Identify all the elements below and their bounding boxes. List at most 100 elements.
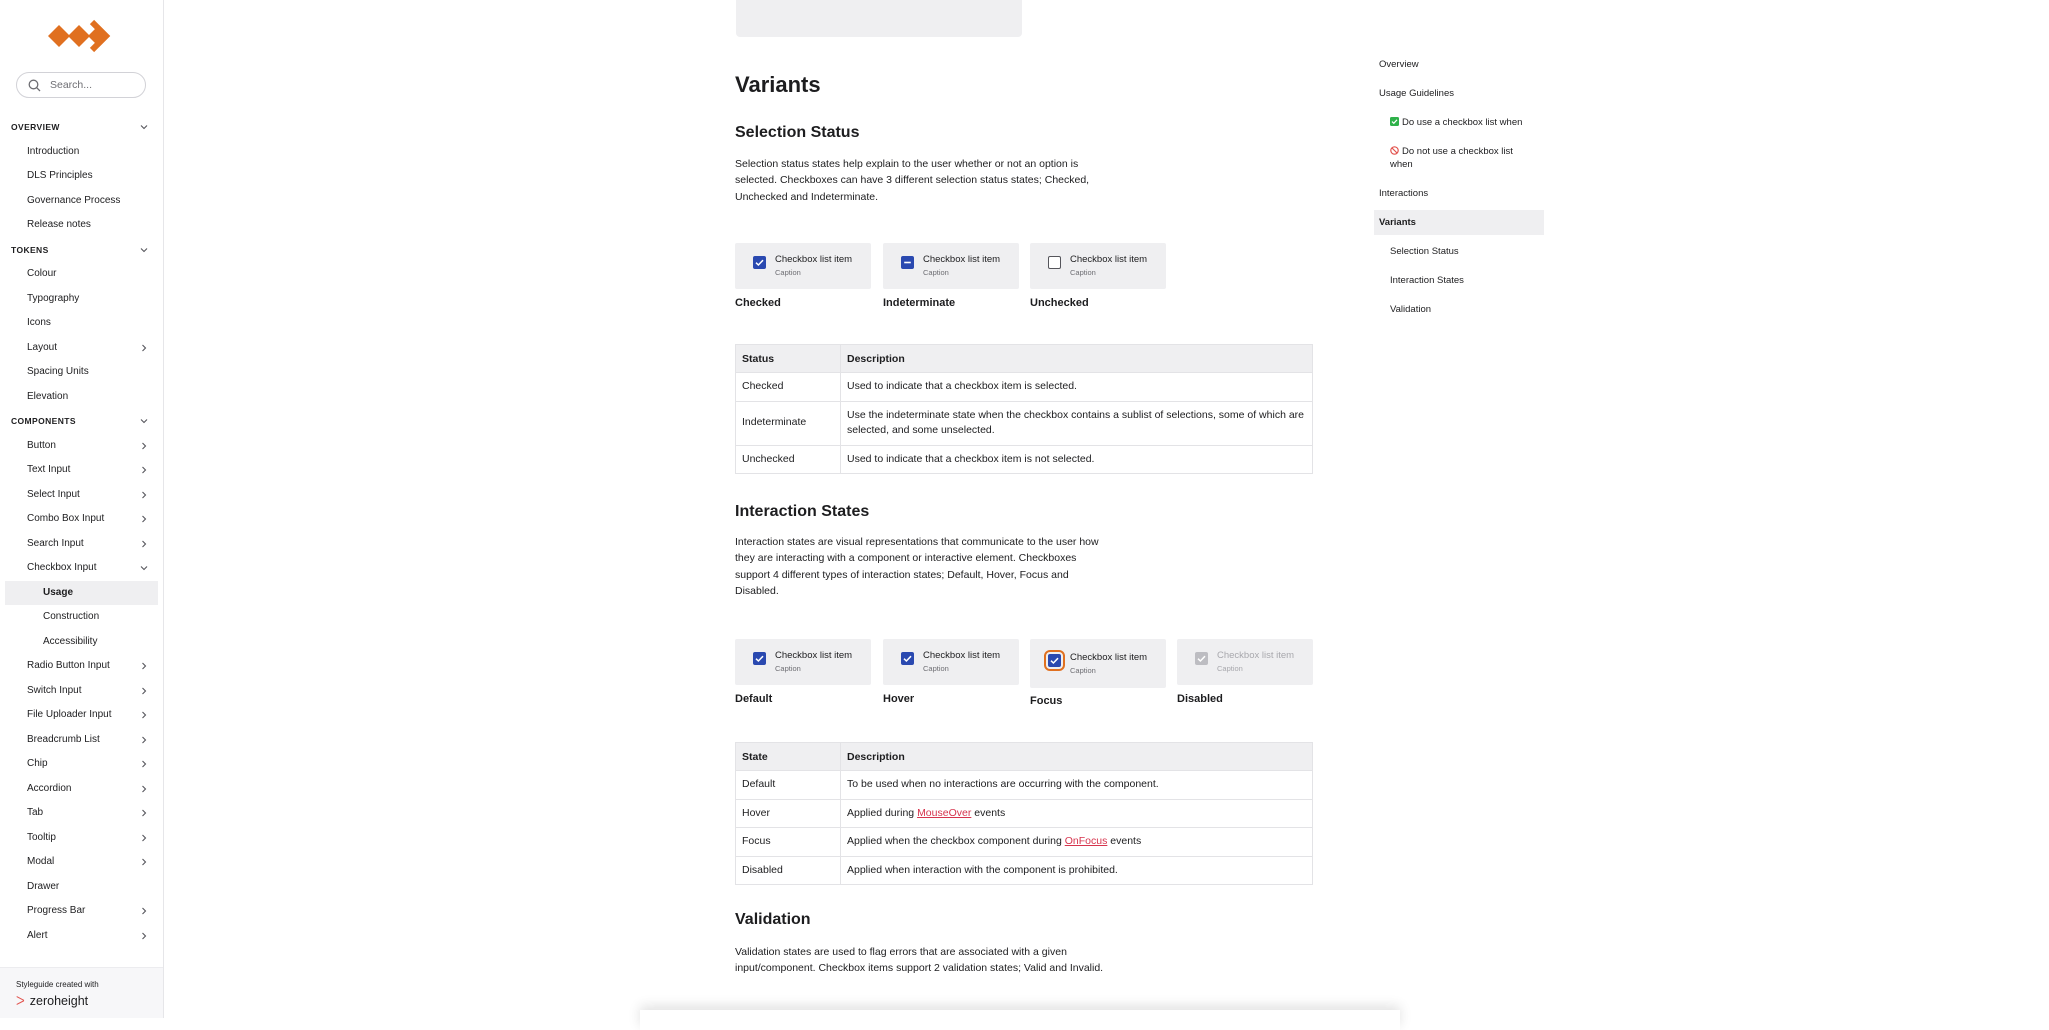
sidebar-item-label: Chip <box>27 758 48 769</box>
sidebar-item-label: Usage <box>43 586 74 598</box>
checkbox-example-unchecked[interactable]: Checkbox list item Caption <box>1030 243 1166 289</box>
sidebar-item-layout[interactable]: Layout <box>0 336 163 361</box>
sidebar-item-label: Drawer <box>27 880 60 892</box>
sidebar-item-select-input[interactable]: Select Input <box>0 483 163 508</box>
checkbox-example-indeterminate[interactable]: Checkbox list item Caption <box>883 243 1019 289</box>
checkbox-item-caption: Caption <box>775 268 801 277</box>
sidebar-item-tab[interactable]: Tab <box>0 801 163 826</box>
chevron-right-icon <box>142 785 147 792</box>
sidebar-item-combo-box-input[interactable]: Combo Box Input <box>0 507 163 532</box>
sidebar-item-construction[interactable]: Construction <box>0 605 163 630</box>
sidebar-item-elevation[interactable]: Elevation <box>0 385 163 410</box>
interaction-states-description: Interaction states are visual representa… <box>735 536 1099 598</box>
sidebar-item-label: Accessibility <box>43 635 98 647</box>
checkbox-example-focus[interactable]: Checkbox list item Caption <box>1030 639 1166 688</box>
sidebar-item-spacing-units[interactable]: Spacing Units <box>0 360 163 385</box>
sidebar-item-search-input[interactable]: Search Input <box>0 532 163 557</box>
sidebar-item-checkbox-input[interactable]: Checkbox Input <box>0 556 163 581</box>
table-header: Description <box>840 742 1313 771</box>
sidebar-item-introduction[interactable]: Introduction <box>0 140 163 165</box>
chevron-right-icon <box>142 344 147 351</box>
chevron-right-icon <box>142 540 147 547</box>
table-header: Status <box>735 344 841 373</box>
sidebar-item-label: Alert <box>27 929 48 941</box>
search-box[interactable] <box>16 72 146 98</box>
sidebar-item-progress-bar[interactable]: Progress Bar <box>0 899 163 924</box>
sidebar-item-label: Breadcrumb List <box>27 733 100 745</box>
no-entry-icon <box>1390 146 1399 155</box>
sidebar-item-typography[interactable]: Typography <box>0 287 163 312</box>
checkbox-item-caption: Caption <box>923 268 949 277</box>
table-cell: Checked <box>735 372 841 402</box>
toc-item-validation[interactable]: Validation <box>1374 297 1544 322</box>
nav-section-tokens[interactable]: TOKENS <box>0 238 163 263</box>
sidebar-item-label: Checkbox Input <box>27 562 97 573</box>
sidebar-item-label: Typography <box>27 292 80 304</box>
footer-brand-name: zeroheight <box>29 994 89 1008</box>
table-cell: Focus <box>735 827 841 857</box>
toc-item-interactions[interactable]: Interactions <box>1374 181 1544 206</box>
section-heading-interaction-states: Interaction States <box>735 503 870 520</box>
toc-item-label: Variants <box>1379 217 1416 228</box>
sidebar-item-chip[interactable]: Chip <box>0 752 163 777</box>
toc-item-selection-status[interactable]: Selection Status <box>1374 239 1544 264</box>
table-header-row: State Description <box>735 742 1313 771</box>
toc-item-do-not-use[interactable]: Do not use a checkbox list when <box>1374 139 1535 177</box>
toc-item-label: Do use a checkbox list when <box>1402 117 1523 128</box>
table-cell: Used to indicate that a checkbox item is… <box>840 372 1313 402</box>
table-row: Indeterminate Use the indeterminate stat… <box>735 400 1313 446</box>
toc-item-label: Do not use a checkbox list when <box>1390 146 1513 170</box>
toc-item-do-use[interactable]: Do use a checkbox list when <box>1374 110 1544 135</box>
nav-section-overview[interactable]: OVERVIEW <box>0 115 163 140</box>
sidebar-item-button[interactable]: Button <box>0 434 163 459</box>
example-label-indeterminate: Indeterminate <box>883 297 956 309</box>
sidebar-item-label: Progress Bar <box>27 905 86 916</box>
checkbox-example-hover[interactable]: Checkbox list item Caption <box>883 639 1019 685</box>
brand-logo[interactable] <box>48 18 116 54</box>
table-row: Unchecked Used to indicate that a checkb… <box>735 444 1313 474</box>
sidebar-item-file-uploader-input[interactable]: File Uploader Input <box>0 703 163 728</box>
chevron-right-icon <box>142 907 147 915</box>
section-heading-validation: Validation <box>735 911 811 928</box>
sidebar-item-accordion[interactable]: Accordion <box>0 777 163 802</box>
mouseover-link[interactable]: MouseOver <box>917 807 971 819</box>
search-input[interactable] <box>50 77 140 93</box>
sidebar-item-colour[interactable]: Colour <box>0 262 163 287</box>
checkbox-checked-icon <box>753 652 766 665</box>
sidebar-item-drawer[interactable]: Drawer <box>0 875 163 900</box>
nav-section-label: COMPONENTS <box>11 416 76 426</box>
sidebar-item-label: Tab <box>27 807 44 818</box>
sidebar-item-dls-principles[interactable]: DLS Principles <box>0 164 163 189</box>
toc-item-label: Interactions <box>1379 188 1429 199</box>
checkbox-example-default[interactable]: Checkbox list item Caption <box>735 639 871 685</box>
sidebar-item-icons[interactable]: Icons <box>0 311 163 336</box>
toc-item-overview[interactable]: Overview <box>1374 52 1544 77</box>
checkbox-example-checked[interactable]: Checkbox list item Caption <box>735 243 871 289</box>
chevron-down-icon <box>140 419 148 424</box>
sidebar-item-tooltip[interactable]: Tooltip <box>0 826 163 851</box>
sidebar-item-release-notes[interactable]: Release notes <box>0 213 163 238</box>
sidebar-item-modal[interactable]: Modal <box>0 850 163 875</box>
chevron-right-icon <box>142 858 147 866</box>
sidebar-footer[interactable]: Styleguide created with ᐳ zeroheight <box>0 967 163 1018</box>
nav-section-components[interactable]: COMPONENTS <box>0 409 163 434</box>
sidebar-item-governance-process[interactable]: Governance Process <box>0 189 163 214</box>
sidebar-item-alert[interactable]: Alert <box>0 924 163 949</box>
sidebar-item-label: Colour <box>27 268 57 279</box>
sidebar-item-accessibility[interactable]: Accessibility <box>0 630 163 655</box>
toc-item-variants[interactable]: Variants <box>1374 210 1544 235</box>
sidebar-item-switch-input[interactable]: Switch Input <box>0 679 163 704</box>
validation-description: Validation states are used to flag error… <box>735 946 1104 975</box>
sidebar-item-radio-button-input[interactable]: Radio Button Input <box>0 654 163 679</box>
chevron-right-icon <box>142 491 147 498</box>
toc-item-label: Usage Guidelines <box>1379 88 1454 99</box>
onfocus-link[interactable]: OnFocus <box>1065 835 1108 847</box>
sidebar-item-label: Construction <box>43 611 100 622</box>
toc-item-interaction-states[interactable]: Interaction States <box>1374 268 1544 293</box>
toc-item-usage-guidelines[interactable]: Usage Guidelines <box>1374 81 1544 106</box>
zeroheight-brand[interactable]: ᐳ zeroheight <box>16 994 88 1008</box>
sidebar-item-breadcrumb-list[interactable]: Breadcrumb List <box>0 728 163 753</box>
sidebar-item-text-input[interactable]: Text Input <box>0 458 163 483</box>
sidebar-item-usage[interactable]: Usage <box>5 580 158 605</box>
table-cell-text: Applied when the checkbox component duri… <box>847 835 1065 847</box>
